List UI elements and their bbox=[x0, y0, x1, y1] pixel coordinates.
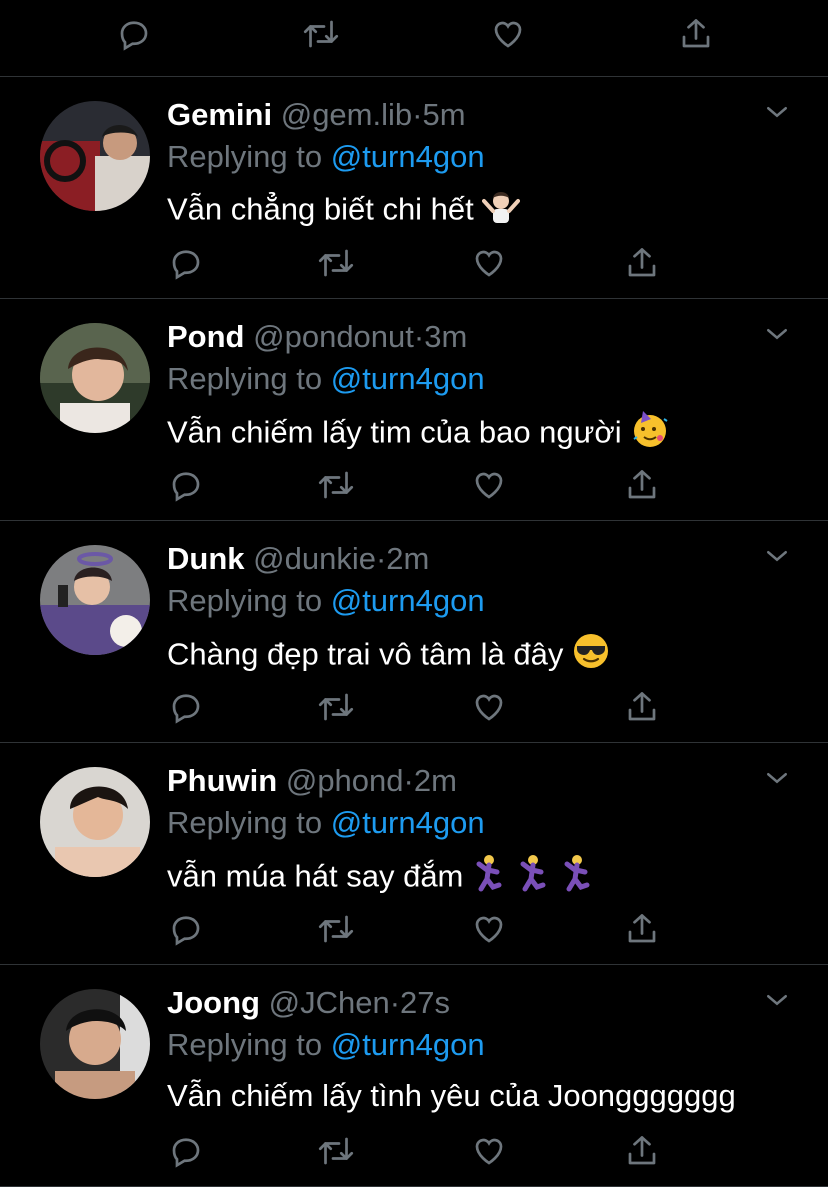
separator-dot: · bbox=[375, 541, 387, 576]
like-icon[interactable] bbox=[469, 465, 509, 505]
user-handle[interactable]: @dunkie bbox=[253, 541, 376, 576]
tweet-text: Vẫn chiếm lấy tim của bao người bbox=[167, 409, 670, 460]
tweet-header: Joong @JChen·27s bbox=[167, 983, 450, 1023]
tweet-header: Dunk @dunkie·2m bbox=[167, 539, 429, 579]
replying-label: Replying to bbox=[167, 583, 323, 618]
man-dancing-emoji bbox=[559, 853, 595, 904]
retweet-icon[interactable] bbox=[316, 687, 356, 727]
reply-icon[interactable] bbox=[166, 909, 206, 949]
share-icon[interactable] bbox=[622, 687, 662, 727]
tweet-text: Vẫn chiếm lấy tình yêu của Joonggggggg bbox=[167, 1078, 736, 1113]
replying-to: Replying to @turn4gon bbox=[167, 1025, 485, 1065]
like-icon[interactable] bbox=[469, 909, 509, 949]
chevron-down-icon[interactable] bbox=[762, 763, 792, 793]
share-icon[interactable] bbox=[622, 1131, 662, 1171]
person-shrugging-emoji bbox=[481, 187, 520, 236]
user-handle[interactable]: @gem.lib bbox=[281, 97, 412, 132]
reply-tweet[interactable]: Phuwin @phond·2m Replying to @turn4gon v… bbox=[0, 743, 828, 965]
avatar[interactable] bbox=[40, 101, 150, 211]
tweet-header: Gemini @gem.lib·5m bbox=[167, 95, 466, 135]
mention-link[interactable]: @turn4gon bbox=[331, 139, 485, 174]
reply-tweet[interactable]: Gemini @gem.lib·5m Replying to @turn4gon… bbox=[0, 77, 828, 299]
reply-tweet[interactable]: Dunk @dunkie·2m Replying to @turn4gon Ch… bbox=[0, 521, 828, 743]
like-icon[interactable] bbox=[488, 14, 528, 54]
smiling-face-with-sunglasses-emoji bbox=[571, 631, 611, 682]
chevron-down-icon[interactable] bbox=[762, 985, 792, 1015]
retweet-icon[interactable] bbox=[316, 909, 356, 949]
share-icon[interactable] bbox=[622, 243, 662, 283]
replying-label: Replying to bbox=[167, 139, 323, 174]
reply-icon[interactable] bbox=[166, 1131, 206, 1171]
previous-tweet-actions bbox=[0, 0, 828, 77]
reply-tweet[interactable]: Joong @JChen·27s Replying to @turn4gon V… bbox=[0, 965, 828, 1187]
tweet-text: Vẫn chẳng biết chi hết bbox=[167, 187, 520, 236]
retweet-icon[interactable] bbox=[316, 1131, 356, 1171]
replying-label: Replying to bbox=[167, 805, 323, 840]
separator-dot: · bbox=[403, 763, 414, 798]
chevron-down-icon[interactable] bbox=[762, 319, 792, 349]
tweet-text: vẫn múa hát say đắm bbox=[167, 853, 595, 904]
user-handle[interactable]: @JChen bbox=[269, 985, 390, 1020]
timestamp[interactable]: 27s bbox=[400, 985, 450, 1020]
display-name[interactable]: Phuwin bbox=[167, 763, 277, 798]
chevron-down-icon[interactable] bbox=[762, 541, 792, 571]
timestamp[interactable]: 5m bbox=[422, 97, 465, 132]
reply-tweet[interactable]: Pond @pondonut·3m Replying to @turn4gon … bbox=[0, 299, 828, 521]
avatar[interactable] bbox=[40, 545, 150, 655]
replying-label: Replying to bbox=[167, 361, 323, 396]
display-name[interactable]: Pond bbox=[167, 319, 245, 354]
avatar[interactable] bbox=[40, 989, 150, 1099]
mention-link[interactable]: @turn4gon bbox=[331, 1027, 485, 1062]
retweet-icon[interactable] bbox=[301, 14, 341, 54]
separator-dot: · bbox=[412, 97, 423, 132]
like-icon[interactable] bbox=[469, 687, 509, 727]
avatar[interactable] bbox=[40, 323, 150, 433]
retweet-icon[interactable] bbox=[316, 465, 356, 505]
mention-link[interactable]: @turn4gon bbox=[331, 583, 485, 618]
chevron-down-icon[interactable] bbox=[762, 97, 792, 127]
display-name[interactable]: Gemini bbox=[167, 97, 272, 132]
man-dancing-emoji bbox=[515, 853, 551, 904]
share-icon[interactable] bbox=[622, 465, 662, 505]
tweet-text: Chàng đẹp trai vô tâm là đây bbox=[167, 631, 611, 682]
mention-link[interactable]: @turn4gon bbox=[331, 361, 485, 396]
replying-to: Replying to @turn4gon bbox=[167, 137, 485, 177]
like-icon[interactable] bbox=[469, 1131, 509, 1171]
reply-icon[interactable] bbox=[114, 14, 154, 54]
mention-link[interactable]: @turn4gon bbox=[331, 805, 485, 840]
retweet-icon[interactable] bbox=[316, 243, 356, 283]
share-icon[interactable] bbox=[676, 14, 716, 54]
display-name[interactable]: Joong bbox=[167, 985, 260, 1020]
partying-face-emoji bbox=[630, 409, 670, 460]
separator-dot: · bbox=[413, 319, 425, 354]
user-handle[interactable]: @pondonut bbox=[253, 319, 414, 354]
user-handle[interactable]: @phond bbox=[286, 763, 404, 798]
replying-to: Replying to @turn4gon bbox=[167, 581, 485, 621]
replying-to: Replying to @turn4gon bbox=[167, 359, 485, 399]
replying-label: Replying to bbox=[167, 1027, 323, 1062]
separator-dot: · bbox=[389, 985, 401, 1020]
display-name[interactable]: Dunk bbox=[167, 541, 245, 576]
reply-icon[interactable] bbox=[166, 243, 206, 283]
avatar[interactable] bbox=[40, 767, 150, 877]
timestamp[interactable]: 3m bbox=[424, 319, 467, 354]
tweet-header: Pond @pondonut·3m bbox=[167, 317, 467, 357]
replying-to: Replying to @turn4gon bbox=[167, 803, 485, 843]
share-icon[interactable] bbox=[622, 909, 662, 949]
reply-icon[interactable] bbox=[166, 687, 206, 727]
man-dancing-emoji bbox=[471, 853, 507, 904]
reply-icon[interactable] bbox=[166, 465, 206, 505]
timestamp[interactable]: 2m bbox=[386, 541, 429, 576]
like-icon[interactable] bbox=[469, 243, 509, 283]
tweet-header: Phuwin @phond·2m bbox=[167, 761, 457, 801]
timestamp[interactable]: 2m bbox=[414, 763, 457, 798]
